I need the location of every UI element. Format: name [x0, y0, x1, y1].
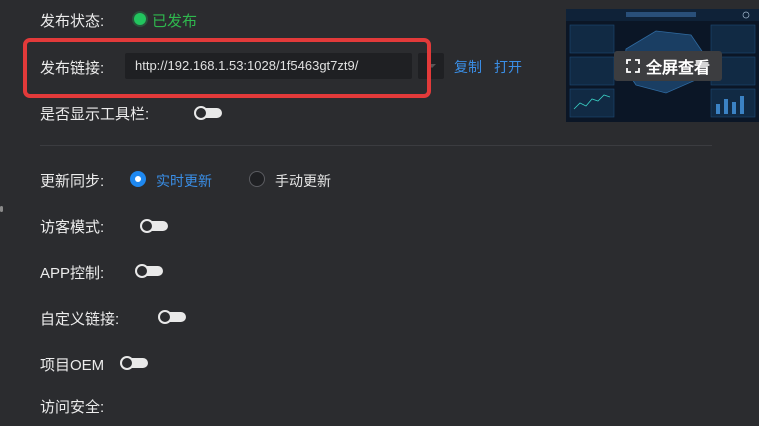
- radio-realtime-update[interactable]: [130, 171, 146, 187]
- app-control-label: APP控制:: [40, 265, 105, 282]
- visitor-mode-toggle[interactable]: [140, 219, 168, 233]
- fullscreen-view-label: 全屏查看: [645, 60, 710, 77]
- custom-link-toggle[interactable]: [158, 310, 186, 324]
- show-toolbar-label: 是否显示工具栏:: [40, 106, 150, 123]
- show-toolbar-toggle[interactable]: [194, 106, 222, 120]
- publish-status-value: 已发布: [152, 13, 198, 30]
- app-control-toggle[interactable]: [135, 264, 163, 278]
- edge-marker: [0, 206, 3, 212]
- visitor-mode-label: 访客模式:: [40, 219, 105, 236]
- copy-link-button[interactable]: 复制: [454, 57, 482, 77]
- fullscreen-icon: [626, 59, 640, 73]
- project-oem-label: 项目OEM: [40, 357, 105, 374]
- radio-manual-update-label[interactable]: 手动更新: [275, 171, 331, 191]
- section-divider: [40, 145, 712, 146]
- radio-realtime-update-label[interactable]: 实时更新: [156, 171, 212, 191]
- publish-status-label: 发布状态:: [40, 13, 105, 30]
- access-security-label: 访问安全:: [40, 399, 105, 416]
- status-dot-icon: [134, 13, 146, 25]
- radio-manual-update[interactable]: [249, 171, 265, 187]
- custom-link-label: 自定义链接:: [40, 311, 120, 328]
- fullscreen-view-button[interactable]: 全屏查看: [614, 51, 722, 81]
- open-link-button[interactable]: 打开: [494, 57, 522, 77]
- project-oem-toggle[interactable]: [120, 356, 148, 370]
- highlight-box: [23, 38, 431, 98]
- update-sync-label: 更新同步:: [40, 173, 105, 190]
